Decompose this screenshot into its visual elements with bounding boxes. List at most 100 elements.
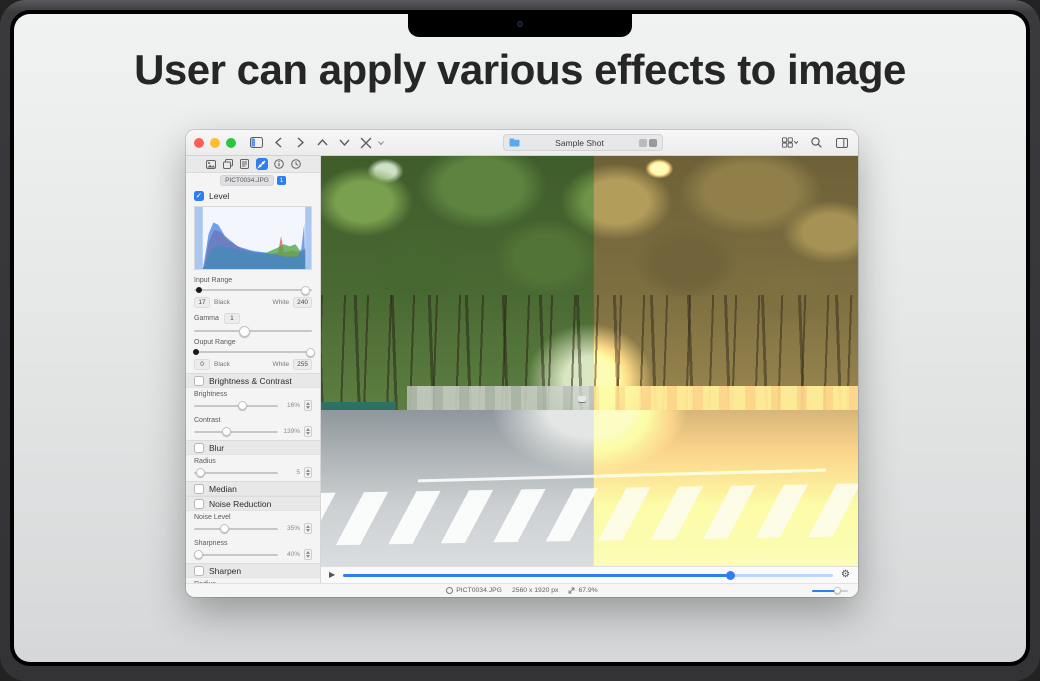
noise-level-slider[interactable]: [194, 524, 278, 534]
median-checkbox[interactable]: [194, 483, 204, 494]
brightness-stepper[interactable]: [304, 400, 312, 411]
contrast-handle[interactable]: [221, 427, 231, 436]
blur-radius-label: Radius: [194, 458, 216, 465]
input-black-field[interactable]: 17: [194, 297, 210, 308]
input-black-handle[interactable]: [195, 287, 202, 293]
play-icon[interactable]: ▶: [329, 571, 335, 579]
contrast-label: Contrast: [194, 417, 221, 424]
output-range-slider[interactable]: [193, 347, 315, 357]
photo-preview[interactable]: [321, 156, 858, 566]
nr-sharpness-slider[interactable]: [194, 550, 278, 560]
sidebar-toggle-icon[interactable]: [248, 135, 264, 151]
input-range-label: Input Range: [194, 277, 233, 284]
nr-sharpness-handle[interactable]: [194, 550, 204, 559]
nr-sharpness-stepper[interactable]: [304, 549, 312, 560]
back-icon[interactable]: [270, 135, 286, 151]
title-accessory-badges: [639, 138, 657, 147]
next-item-icon[interactable]: [336, 135, 352, 151]
contrast-stepper[interactable]: [304, 426, 312, 437]
title-badge-icon: [639, 138, 647, 147]
file-tab-badge: 1: [276, 176, 286, 185]
previous-item-icon[interactable]: [314, 135, 330, 151]
gear-icon[interactable]: ⚙: [841, 570, 850, 580]
noise-reduction-label: Noise Reduction: [209, 498, 272, 509]
blur-radius-handle[interactable]: [195, 468, 205, 477]
view-options-icon[interactable]: [782, 135, 798, 151]
tab-photo-icon[interactable]: [205, 158, 217, 170]
contrast-slider[interactable]: [194, 427, 278, 437]
brightness-label: Brightness: [194, 391, 228, 398]
status-dimensions: 2560 x 1920 px: [511, 587, 559, 594]
blur-radius-stepper[interactable]: [304, 467, 312, 478]
file-tab-row: PICT0034.JPG 1: [186, 173, 320, 188]
titlebar: Sample Shot: [186, 130, 858, 156]
blur-radius-slider[interactable]: [194, 468, 278, 478]
gamma-field[interactable]: 1: [223, 313, 240, 324]
input-white-label: White: [272, 299, 290, 306]
status-zoom-item: 67.9%: [568, 587, 598, 594]
input-white-field[interactable]: 240: [293, 297, 312, 308]
blur-label: Blur: [209, 442, 225, 453]
brightness-contrast-label: Brightness & Contrast: [209, 375, 292, 386]
image-canvas: ▶ ⚙: [321, 156, 858, 583]
sharpen-checkbox[interactable]: [194, 565, 204, 576]
noise-level-handle[interactable]: [220, 524, 230, 533]
output-black-field[interactable]: 0: [194, 359, 210, 370]
tab-info-icon[interactable]: [273, 158, 285, 170]
tab-history-icon[interactable]: [290, 158, 302, 170]
gamma-handle[interactable]: [238, 325, 250, 337]
effect-intensity-bar: ▶ ⚙: [321, 566, 858, 583]
nr-sharpness-value: 40%: [286, 551, 300, 558]
tab-adjust-icon[interactable]: [255, 158, 268, 170]
output-white-field[interactable]: 255: [293, 359, 312, 370]
transform-tool-caret-icon[interactable]: [377, 135, 384, 151]
level-checkbox[interactable]: ✓: [194, 191, 204, 201]
nr-sharpness-label: Sharpness: [194, 540, 228, 547]
image-info-icon: [446, 587, 454, 594]
screen: User can apply various effects to image: [14, 14, 1026, 662]
headline: User can apply various effects to image: [134, 46, 906, 93]
noise-level-stepper[interactable]: [304, 523, 312, 534]
input-white-handle[interactable]: [300, 285, 310, 295]
input-range-values: 17 Black White 240: [186, 295, 320, 311]
output-white-label: White: [272, 361, 290, 368]
adjustments-sidebar: PICT0034.JPG 1 ✓ Level Input Range 17 Bl…: [186, 156, 321, 583]
output-black-handle[interactable]: [193, 349, 200, 355]
blur-section: Blur Radius 5: [186, 440, 320, 481]
gamma-slider[interactable]: [194, 325, 312, 337]
noise-level-label: Noise Level: [194, 514, 231, 521]
histogram[interactable]: [194, 206, 312, 270]
effect-intensity-slider[interactable]: [343, 570, 834, 580]
brightness-handle[interactable]: [237, 401, 247, 410]
transform-tool-icon[interactable]: [358, 135, 374, 151]
gamma-row: Gamma 1: [186, 311, 320, 326]
window-title: Sample Shot: [555, 137, 604, 148]
brightness-contrast-checkbox[interactable]: [194, 375, 204, 386]
output-range-values: 0 Black White 255: [186, 357, 320, 373]
blur-checkbox[interactable]: [194, 442, 204, 453]
brightness-value: 16%: [286, 402, 300, 409]
brightness-slider[interactable]: [194, 401, 278, 411]
tab-metadata-icon[interactable]: [239, 158, 251, 170]
level-section: ✓ Level Input Range 17 Black White 240 G…: [186, 188, 320, 373]
inspector-panel-icon[interactable]: [834, 135, 850, 151]
input-range-slider[interactable]: [194, 285, 312, 295]
camera-dot: [517, 21, 523, 27]
resize-arrows-icon: [569, 587, 575, 594]
titlebar-right-tools: [782, 135, 850, 151]
forward-icon[interactable]: [292, 135, 308, 151]
noise-reduction-checkbox[interactable]: [194, 498, 204, 509]
effect-intensity-handle[interactable]: [726, 571, 736, 580]
close-window-button[interactable]: [194, 137, 204, 148]
window-title-capsule[interactable]: Sample Shot: [503, 134, 663, 151]
output-white-handle[interactable]: [305, 347, 315, 357]
tab-duplicate-icon[interactable]: [222, 158, 234, 170]
file-tab[interactable]: PICT0034.JPG: [220, 175, 274, 186]
zoom-slider[interactable]: [812, 587, 848, 594]
level-label: Level: [209, 191, 230, 201]
zoom-window-button[interactable]: [226, 137, 236, 148]
zoom-slider-handle[interactable]: [834, 587, 842, 594]
folder-icon: [509, 134, 520, 152]
minimize-window-button[interactable]: [210, 137, 220, 148]
search-icon[interactable]: [808, 135, 824, 151]
